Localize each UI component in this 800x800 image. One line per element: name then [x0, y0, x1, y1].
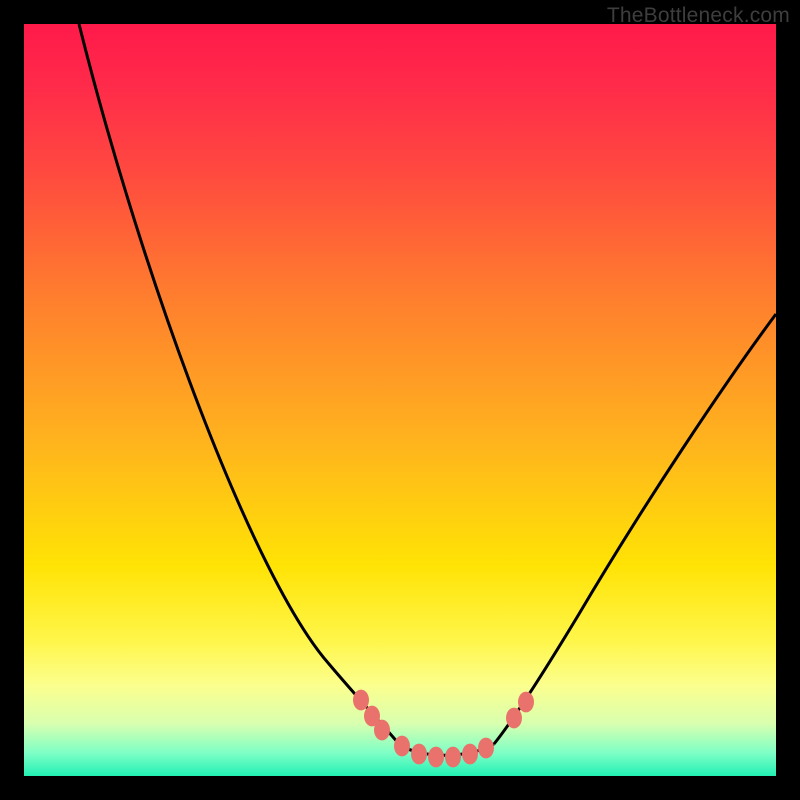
series-right-curve	[494, 314, 776, 744]
marker-dot	[462, 744, 478, 765]
bottleneck-curve	[24, 24, 776, 776]
marker-dot	[353, 690, 369, 711]
marker-dot	[506, 708, 522, 729]
marker-dot	[411, 744, 427, 765]
watermark-text: TheBottleneck.com	[607, 4, 790, 28]
marker-dot	[394, 736, 410, 757]
marker-dot	[478, 738, 494, 759]
marker-dot	[428, 747, 444, 768]
marker-dot	[445, 747, 461, 768]
series-left-curve	[79, 24, 399, 744]
chart-plot-area	[24, 24, 776, 776]
marker-dot	[374, 720, 390, 741]
marker-dot	[518, 692, 534, 713]
curve-paths	[79, 24, 776, 755]
